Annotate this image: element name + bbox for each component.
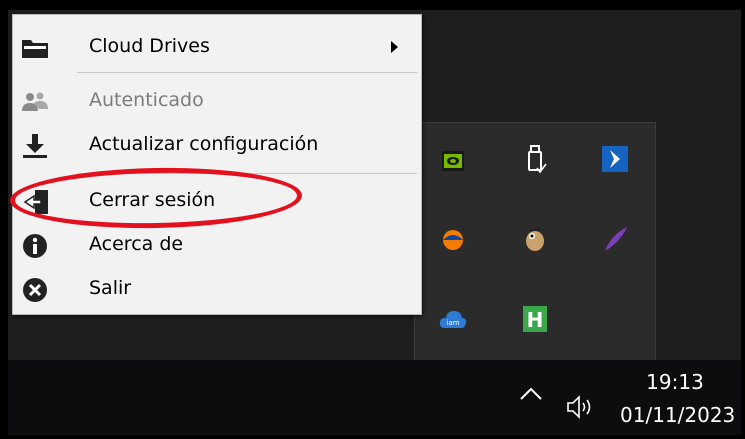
menu-item-label: Autenticado [89, 89, 204, 111]
menu-item-label: Cloud Drives [89, 35, 210, 57]
usb-drive-icon[interactable] [519, 143, 551, 175]
info-icon [21, 233, 49, 259]
menu-item-autenticado: Autenticado [13, 83, 421, 121]
h-app-icon[interactable]: H [519, 303, 551, 335]
bird-app-icon[interactable] [519, 223, 551, 255]
nvidia-icon[interactable] [437, 145, 469, 177]
menu-item-label: Acerca de [89, 233, 184, 255]
submenu-arrow-icon [391, 41, 398, 53]
tray-context-menu: Cloud Drives Autenticado Actualizar conf… [12, 14, 422, 315]
chevron-app-icon[interactable] [599, 143, 631, 175]
orange-app-icon[interactable] [437, 223, 469, 255]
screenshot-frame: iam H 19:13 01/11/2023 Cloud Drives Aute… [0, 0, 745, 439]
exit-icon [21, 277, 49, 303]
cloud-iam-icon[interactable]: iam [437, 303, 469, 335]
menu-item-salir[interactable]: Salir [13, 271, 421, 309]
users-icon [21, 89, 49, 115]
clock-time[interactable]: 19:13 [620, 370, 730, 394]
folder-icon [21, 35, 49, 61]
svg-text:H: H [527, 308, 544, 332]
menu-item-label: Actualizar configuración [89, 133, 319, 155]
clock-date[interactable]: 01/11/2023 [620, 403, 735, 427]
tray-overflow-panel: iam H [414, 122, 656, 362]
menu-item-actualizar-configuracion[interactable]: Actualizar configuración [13, 127, 421, 165]
menu-item-label: Salir [89, 277, 132, 299]
chevron-up-icon[interactable] [518, 380, 544, 410]
menu-item-cloud-drives[interactable]: Cloud Drives [13, 29, 421, 67]
download-icon [21, 133, 49, 159]
feather-app-icon[interactable] [599, 223, 631, 255]
svg-text:iam: iam [446, 319, 459, 327]
speaker-icon[interactable] [564, 392, 604, 422]
menu-item-acerca-de[interactable]: Acerca de [13, 227, 421, 265]
menu-separator [77, 72, 417, 73]
